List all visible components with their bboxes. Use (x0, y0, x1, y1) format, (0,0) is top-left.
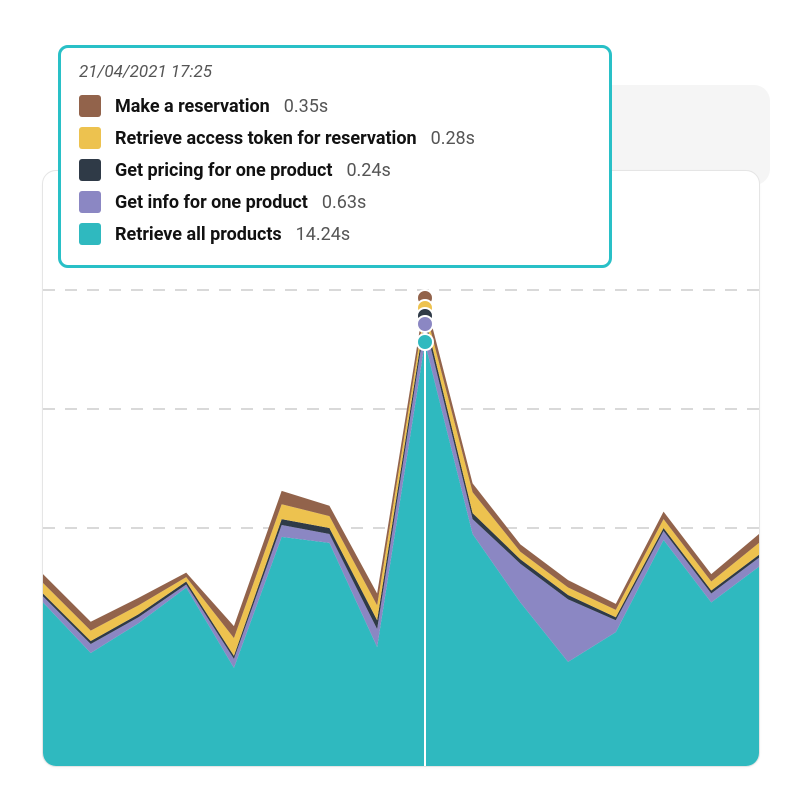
tooltip-timestamp: 21/04/2021 17:25 (79, 62, 591, 82)
legend-swatch (79, 127, 101, 149)
tooltip-label: Get info for one product (115, 192, 308, 213)
tooltip-value: 14.24s (296, 224, 351, 245)
tooltip-row: Retrieve all products 14.24s (79, 218, 591, 250)
legend-swatch (79, 223, 101, 245)
tooltip-row: Retrieve access token for reservation 0.2… (79, 122, 591, 154)
tooltip-value: 0.28s (431, 128, 475, 149)
tooltip-value: 0.63s (322, 192, 366, 213)
tooltip-row: Get pricing for one product 0.24s (79, 154, 591, 186)
tooltip-row: Get info for one product 0.63s (79, 186, 591, 218)
chart-marker-point (416, 333, 434, 351)
tooltip-label: Make a reservation (115, 96, 270, 117)
legend-swatch (79, 95, 101, 117)
legend-swatch (79, 191, 101, 213)
chart-tooltip: 21/04/2021 17:25 Make a reservation 0.35s… (58, 45, 612, 268)
tooltip-label: Retrieve all products (115, 224, 282, 245)
tooltip-row: Make a reservation 0.35s (79, 90, 591, 122)
chart-marker-point (416, 315, 434, 333)
tooltip-label: Retrieve access token for reservation (115, 128, 417, 149)
tooltip-value: 0.24s (346, 160, 390, 181)
tooltip-label: Get pricing for one product (115, 160, 332, 181)
tooltip-value: 0.35s (284, 96, 328, 117)
legend-swatch (79, 159, 101, 181)
